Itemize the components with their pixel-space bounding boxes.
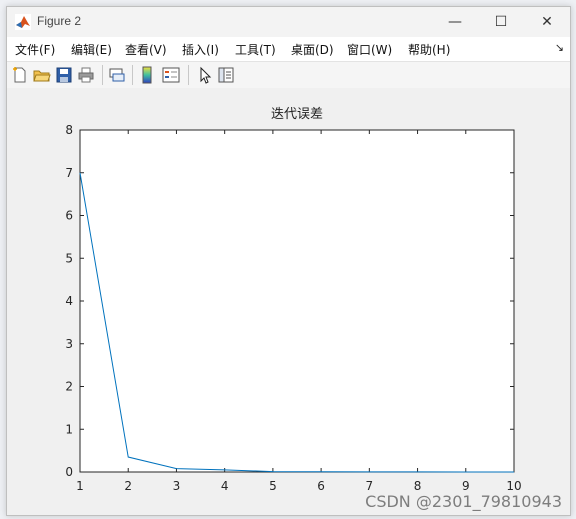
x-tick-label: 2 xyxy=(124,479,132,493)
toolbar-separator xyxy=(102,65,103,85)
menu-edit[interactable]: 编辑(E) xyxy=(71,41,112,58)
y-tick-label: 6 xyxy=(65,209,73,223)
colorbar-icon[interactable] xyxy=(138,66,156,84)
menu-view[interactable]: 查看(V) xyxy=(125,41,167,58)
menu-desktop[interactable]: 桌面(D) xyxy=(291,41,334,58)
menu-bar: 文件(F) 编辑(E) 查看(V) 插入(I) 工具(T) 桌面(D) 窗口(W… xyxy=(7,37,570,61)
plot-area xyxy=(79,129,515,473)
menu-tools[interactable]: 工具(T) xyxy=(235,41,276,58)
property-inspector-icon[interactable] xyxy=(217,66,235,84)
y-tick-label: 0 xyxy=(65,465,73,479)
y-tick-label: 3 xyxy=(65,337,73,351)
line-chart[interactable]: 迭代误差 1 2 3 4 5 6 7 8 9 10012345678 xyxy=(7,88,570,515)
y-tick-label: 1 xyxy=(65,422,73,436)
legend-icon[interactable] xyxy=(162,66,180,84)
y-tick-label: 5 xyxy=(65,251,73,265)
save-icon[interactable] xyxy=(55,66,73,84)
x-tick-label: 5 xyxy=(269,479,277,493)
close-button[interactable]: ✕ xyxy=(524,7,570,37)
x-tick-label: 8 xyxy=(414,479,422,493)
menu-help[interactable]: 帮助(H) xyxy=(408,41,450,58)
link-plot-icon[interactable] xyxy=(108,66,126,84)
new-figure-icon[interactable] xyxy=(11,66,29,84)
x-tick-label: 9 xyxy=(462,479,470,493)
y-tick-label: 4 xyxy=(65,294,73,308)
x-tick-label: 6 xyxy=(317,479,325,493)
figure-canvas: 迭代误差 1 2 3 4 5 6 7 8 9 10 0 1 2 3 4 5 6 7 8 xyxy=(7,88,570,515)
minimize-button[interactable]: — xyxy=(432,7,478,37)
watermark: CSDN @2301_79810943 xyxy=(365,492,562,511)
menu-insert[interactable]: 插入(I) xyxy=(182,41,219,58)
toolbar xyxy=(7,61,570,89)
matlab-logo-icon xyxy=(15,14,31,30)
figure-window: Figure 2 — ☐ ✕ 文件(F) 编辑(E) 查看(V) 插入(I) 工… xyxy=(6,6,571,516)
x-tick-label: 10 xyxy=(506,479,521,493)
x-tick-label: 1 xyxy=(76,479,84,493)
open-folder-icon[interactable] xyxy=(33,66,51,84)
y-tick-label: 8 xyxy=(65,123,73,137)
x-tick-label: 4 xyxy=(221,479,229,493)
pointer-icon[interactable] xyxy=(196,66,214,84)
menu-dock-arrow-icon[interactable]: ↘ xyxy=(555,41,564,54)
x-tick-label: 3 xyxy=(173,479,181,493)
menu-file[interactable]: 文件(F) xyxy=(15,41,55,58)
menu-window[interactable]: 窗口(W) xyxy=(347,41,392,58)
x-tick-label: 7 xyxy=(366,479,374,493)
window-title: Figure 2 xyxy=(37,14,82,28)
title-bar: Figure 2 — ☐ ✕ xyxy=(7,7,570,37)
chart-title: 迭代误差 xyxy=(271,107,323,122)
y-tick-label: 2 xyxy=(65,380,73,394)
toolbar-separator xyxy=(188,65,189,85)
toolbar-separator xyxy=(132,65,133,85)
print-icon[interactable] xyxy=(77,66,95,84)
maximize-button[interactable]: ☐ xyxy=(478,7,524,37)
y-tick-label: 7 xyxy=(65,166,73,180)
